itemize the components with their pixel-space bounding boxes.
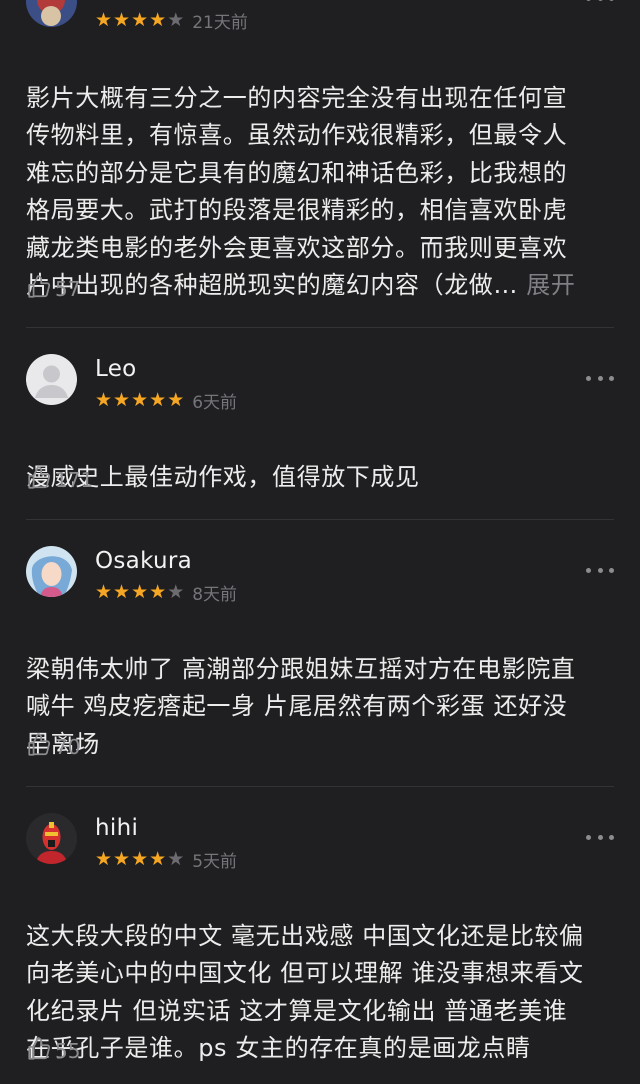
like-count: 55 [55,1039,81,1063]
star-icon: ★ [113,581,131,603]
review-line: 在乎孔子是谁。ps 女主的存在真的是画龙点睛 [26,1034,531,1062]
avatar[interactable] [26,546,77,597]
star-icon: ★ [95,389,113,411]
more-options-button[interactable] [586,832,614,842]
divider [26,327,614,328]
star-icon: ★ [131,389,149,411]
review-text: 影片大概有三分之一的内容完全没有出现在任何宣 传物料里，有惊喜。虽然动作戏很精彩… [26,42,614,305]
star-rating: ★ ★ ★ ★ ★ [95,581,184,603]
review-text: 这大段大段的中文 毫无出戏感 中国文化还是比较偏 向老美心中的中国文化 但可以理… [26,880,614,1068]
star-icon: ★ [131,848,149,870]
like-button[interactable]: 57 [26,275,80,303]
star-icon: ★ [149,848,167,870]
username[interactable]: hihi [95,815,138,841]
like-button[interactable]: 70 [26,733,80,761]
thumbs-up-icon [26,465,52,495]
star-rating: ★ ★ ★ ★ ★ [95,9,184,31]
avatar[interactable] [26,0,77,27]
star-icon: ★ [113,389,131,411]
rating-row: ★ ★ ★ ★ ★ 5天前 [95,848,238,872]
star-icon: ★ [113,9,131,31]
review-line: 喊牛 鸡皮疙瘩起一身 片尾居然有两个彩蛋 还好没 [26,692,568,720]
star-icon: ★ [149,581,167,603]
like-count: 70 [55,735,81,759]
review-text: 漫威史上最佳动作戏，值得放下成见 [26,421,614,496]
review-line: 化纪录片 但说实话 这才算是文化输出 普通老美谁 [26,996,568,1025]
review-line: 传物料里，有惊喜。虽然动作戏很精彩，但最令人 [26,121,568,149]
review-line: 梁朝伟太帅了 高潮部分跟姐妹互摇对方在电影院直 [26,654,576,683]
star-icon: ★ [167,581,185,603]
expand-link[interactable]: 展开 [526,271,575,299]
review-date: 5天前 [192,851,238,872]
review-date: 6天前 [192,392,238,413]
thumbs-up-icon [26,1036,52,1066]
avatar[interactable] [26,354,77,405]
review-line: 藏龙类电影的老外会更喜欢这部分。而我则更喜欢 [26,233,568,262]
star-icon: ★ [113,848,131,870]
review-line: 这大段大段的中文 毫无出戏感 中国文化还是比较偏 [26,921,584,950]
review-line: 难忘的部分是它具有的魔幻和神话色彩，比我想的 [26,158,568,187]
rating-row: ★ ★ ★ ★ ★ 6天前 [95,389,238,413]
star-icon: ★ [167,389,185,411]
thumbs-up-icon [26,732,52,762]
thumbs-up-icon [26,274,52,304]
username[interactable]: Leo [95,356,137,382]
star-icon: ★ [95,581,113,603]
review-line: 格局要大。武打的段落是很精彩的，相信喜欢卧虎 [26,196,568,224]
star-icon: ★ [167,9,185,31]
review-date: 8天前 [192,584,238,605]
review-line: 影片大概有三分之一的内容完全没有出现在任何宣 [26,83,568,112]
review-line: 片中出现的各种超脱现实的魔幻内容（龙做… [26,271,527,299]
star-icon: ★ [149,9,167,31]
like-count: 171 [55,468,94,492]
star-icon: ★ [95,9,113,31]
more-options-button[interactable] [586,0,614,3]
star-icon: ★ [131,581,149,603]
divider [26,786,614,787]
star-icon: ★ [167,848,185,870]
star-rating: ★ ★ ★ ★ ★ [95,389,184,411]
rating-row: ★ ★ ★ ★ ★ 21天前 [95,9,248,33]
review-date: 21天前 [192,12,248,33]
avatar[interactable] [26,813,77,864]
divider [26,519,614,520]
review-feed: ★ ★ ★ ★ ★ 21天前 影片大概有三分之一的内容完全没有出现在任何宣 传物料里，有… [0,0,640,1084]
star-icon: ★ [95,848,113,870]
more-options-button[interactable] [586,373,614,383]
like-button[interactable]: 55 [26,1037,80,1065]
star-icon: ★ [149,389,167,411]
like-button[interactable]: 171 [26,466,93,494]
review-line: 向老美心中的中国文化 但可以理解 谁没事想来看文 [26,959,584,987]
more-options-button[interactable] [586,565,614,575]
star-rating: ★ ★ ★ ★ ★ [95,848,184,870]
star-icon: ★ [131,9,149,31]
like-count: 57 [55,277,81,301]
username[interactable]: Osakura [95,548,192,574]
rating-row: ★ ★ ★ ★ ★ 8天前 [95,581,238,605]
review-text: 梁朝伟太帅了 高潮部分跟姐妹互摇对方在电影院直 喊牛 鸡皮疙瘩起一身 片尾居然有… [26,613,614,763]
